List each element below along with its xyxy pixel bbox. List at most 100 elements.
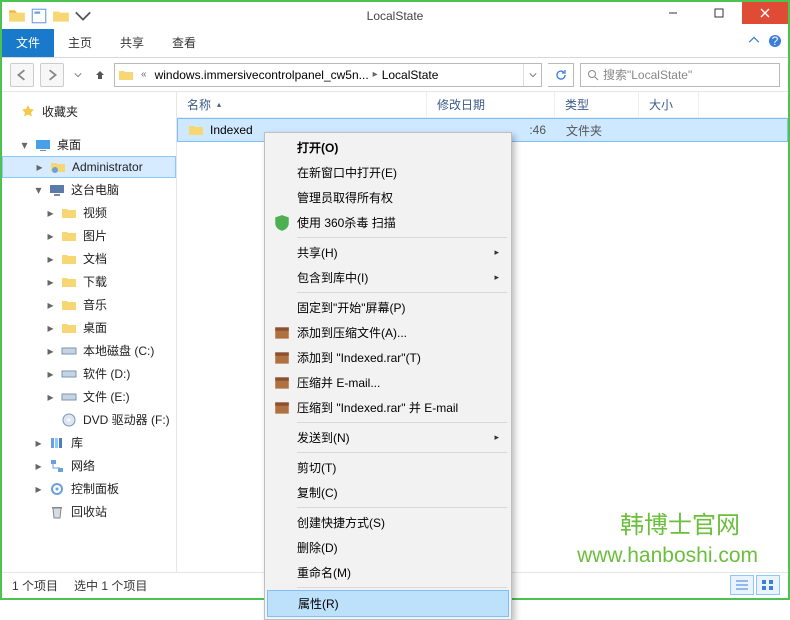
menu-separator: [297, 587, 507, 588]
nav-recent-dropdown[interactable]: [70, 63, 86, 87]
nav-documents[interactable]: ▸文档: [2, 247, 176, 270]
nav-dvd[interactable]: DVD 驱动器 (F:): [2, 408, 176, 431]
window-controls: [650, 2, 788, 24]
collapse-icon[interactable]: ▾: [34, 185, 43, 194]
submenu-arrow-icon: ▸: [494, 272, 499, 283]
menu-create-shortcut[interactable]: 创建快捷方式(S): [267, 510, 509, 535]
minimize-button[interactable]: [650, 2, 696, 24]
archive-icon: [273, 349, 291, 367]
nav-back-button[interactable]: [10, 63, 34, 87]
drive-icon: [61, 389, 77, 405]
menu-send-to[interactable]: 发送到(N)▸: [267, 425, 509, 450]
menu-pin-start[interactable]: 固定到"开始"屏幕(P): [267, 295, 509, 320]
menu-open-new-window[interactable]: 在新窗口中打开(E): [267, 160, 509, 185]
nav-up-button[interactable]: [92, 63, 108, 87]
folder-icon: [8, 7, 26, 25]
nav-pictures[interactable]: ▸图片: [2, 224, 176, 247]
maximize-button[interactable]: [696, 2, 742, 24]
breadcrumb[interactable]: « windows.immersivecontrolpanel_cw5n... …: [114, 63, 542, 87]
nav-this-pc[interactable]: ▾这台电脑: [2, 178, 176, 201]
refresh-button[interactable]: [548, 63, 574, 87]
col-type[interactable]: 类型: [555, 92, 639, 117]
recycle-bin-icon: [49, 504, 65, 520]
title-bar: LocalState: [2, 2, 788, 30]
col-size[interactable]: 大小: [639, 92, 699, 117]
menu-rename[interactable]: 重命名(M): [267, 560, 509, 585]
submenu-arrow-icon: ▸: [494, 247, 499, 258]
folder-icon: [61, 228, 77, 244]
nav-forward-button[interactable]: [40, 63, 64, 87]
nav-recycle-bin[interactable]: 回收站: [2, 500, 176, 523]
nav-control-panel[interactable]: ▸控制面板: [2, 477, 176, 500]
qat-properties-icon[interactable]: [30, 7, 48, 25]
expand-icon[interactable]: ▸: [35, 163, 44, 172]
search-icon: [587, 69, 599, 81]
nav-videos[interactable]: ▸视频: [2, 201, 176, 224]
folder-icon: [61, 320, 77, 336]
collapse-icon[interactable]: ▾: [20, 140, 29, 149]
star-icon: [20, 104, 36, 120]
menu-add-indexed-rar[interactable]: 添加到 "Indexed.rar"(T): [267, 345, 509, 370]
tab-home[interactable]: 主页: [54, 29, 106, 57]
svg-text:?: ?: [772, 34, 779, 48]
menu-separator: [297, 507, 507, 508]
nav-desktop2[interactable]: ▸桌面: [2, 316, 176, 339]
qat-dropdown-icon[interactable]: [74, 7, 92, 25]
tab-share[interactable]: 共享: [106, 29, 158, 57]
nav-drive-d[interactable]: ▸软件 (D:): [2, 362, 176, 385]
archive-icon: [273, 399, 291, 417]
ribbon-help-area: ?: [748, 34, 782, 48]
breadcrumb-dropdown[interactable]: [523, 64, 541, 86]
nav-libraries[interactable]: ▸库: [2, 431, 176, 454]
sort-asc-icon: ▴: [217, 100, 221, 109]
ribbon-tabs: 文件 主页 共享 查看 ?: [2, 30, 788, 58]
menu-copy[interactable]: 复制(C): [267, 480, 509, 505]
expand-ribbon-icon[interactable]: [748, 35, 760, 47]
nav-drive-c[interactable]: ▸本地磁盘 (C:): [2, 339, 176, 362]
close-button[interactable]: [742, 2, 788, 24]
menu-include-library[interactable]: 包含到库中(I)▸: [267, 265, 509, 290]
menu-separator: [297, 292, 507, 293]
menu-compress-email[interactable]: 压缩并 E-mail...: [267, 370, 509, 395]
col-name[interactable]: 名称▴: [177, 92, 427, 117]
menu-open[interactable]: 打开(O): [267, 135, 509, 160]
shield-icon: [273, 214, 291, 232]
tab-view[interactable]: 查看: [158, 29, 210, 57]
control-panel-icon: [49, 481, 65, 497]
network-icon: [49, 458, 65, 474]
menu-properties[interactable]: 属性(R): [267, 590, 509, 617]
nav-favorites[interactable]: 收藏夹: [2, 100, 176, 123]
details-view-button[interactable]: [730, 575, 754, 595]
nav-network[interactable]: ▸网络: [2, 454, 176, 477]
archive-icon: [273, 324, 291, 342]
view-buttons: [730, 575, 780, 595]
qat-new-folder-icon[interactable]: [52, 7, 70, 25]
submenu-arrow-icon: ▸: [494, 432, 499, 443]
breadcrumb-part-1[interactable]: windows.immersivecontrolpanel_cw5n...: [151, 64, 373, 86]
search-placeholder: 搜索"LocalState": [603, 66, 692, 83]
menu-add-archive[interactable]: 添加到压缩文件(A)...: [267, 320, 509, 345]
search-input[interactable]: 搜索"LocalState": [580, 63, 780, 87]
nav-desktop[interactable]: ▾桌面: [2, 133, 176, 156]
tab-file[interactable]: 文件: [2, 29, 54, 57]
nav-drive-e[interactable]: ▸文件 (E:): [2, 385, 176, 408]
col-date[interactable]: 修改日期: [427, 92, 555, 117]
breadcrumb-part-2[interactable]: LocalState: [378, 64, 443, 86]
menu-360-scan[interactable]: 使用 360杀毒 扫描: [267, 210, 509, 235]
icons-view-button[interactable]: [756, 575, 780, 595]
menu-delete[interactable]: 删除(D): [267, 535, 509, 560]
nav-administrator[interactable]: ▸Administrator: [2, 156, 176, 178]
folder-icon: [61, 205, 77, 221]
nav-music[interactable]: ▸音乐: [2, 293, 176, 316]
user-icon: [50, 159, 66, 175]
menu-compress-indexed-email[interactable]: 压缩到 "Indexed.rar" 并 E-mail: [267, 395, 509, 420]
library-icon: [49, 435, 65, 451]
menu-share[interactable]: 共享(H)▸: [267, 240, 509, 265]
folder-icon: [115, 67, 137, 83]
menu-cut[interactable]: 剪切(T): [267, 455, 509, 480]
dvd-icon: [61, 412, 77, 428]
menu-admin-take-ownership[interactable]: 管理员取得所有权: [267, 185, 509, 210]
help-icon[interactable]: ?: [768, 34, 782, 48]
nav-downloads[interactable]: ▸下载: [2, 270, 176, 293]
address-bar: « windows.immersivecontrolpanel_cw5n... …: [2, 58, 788, 92]
